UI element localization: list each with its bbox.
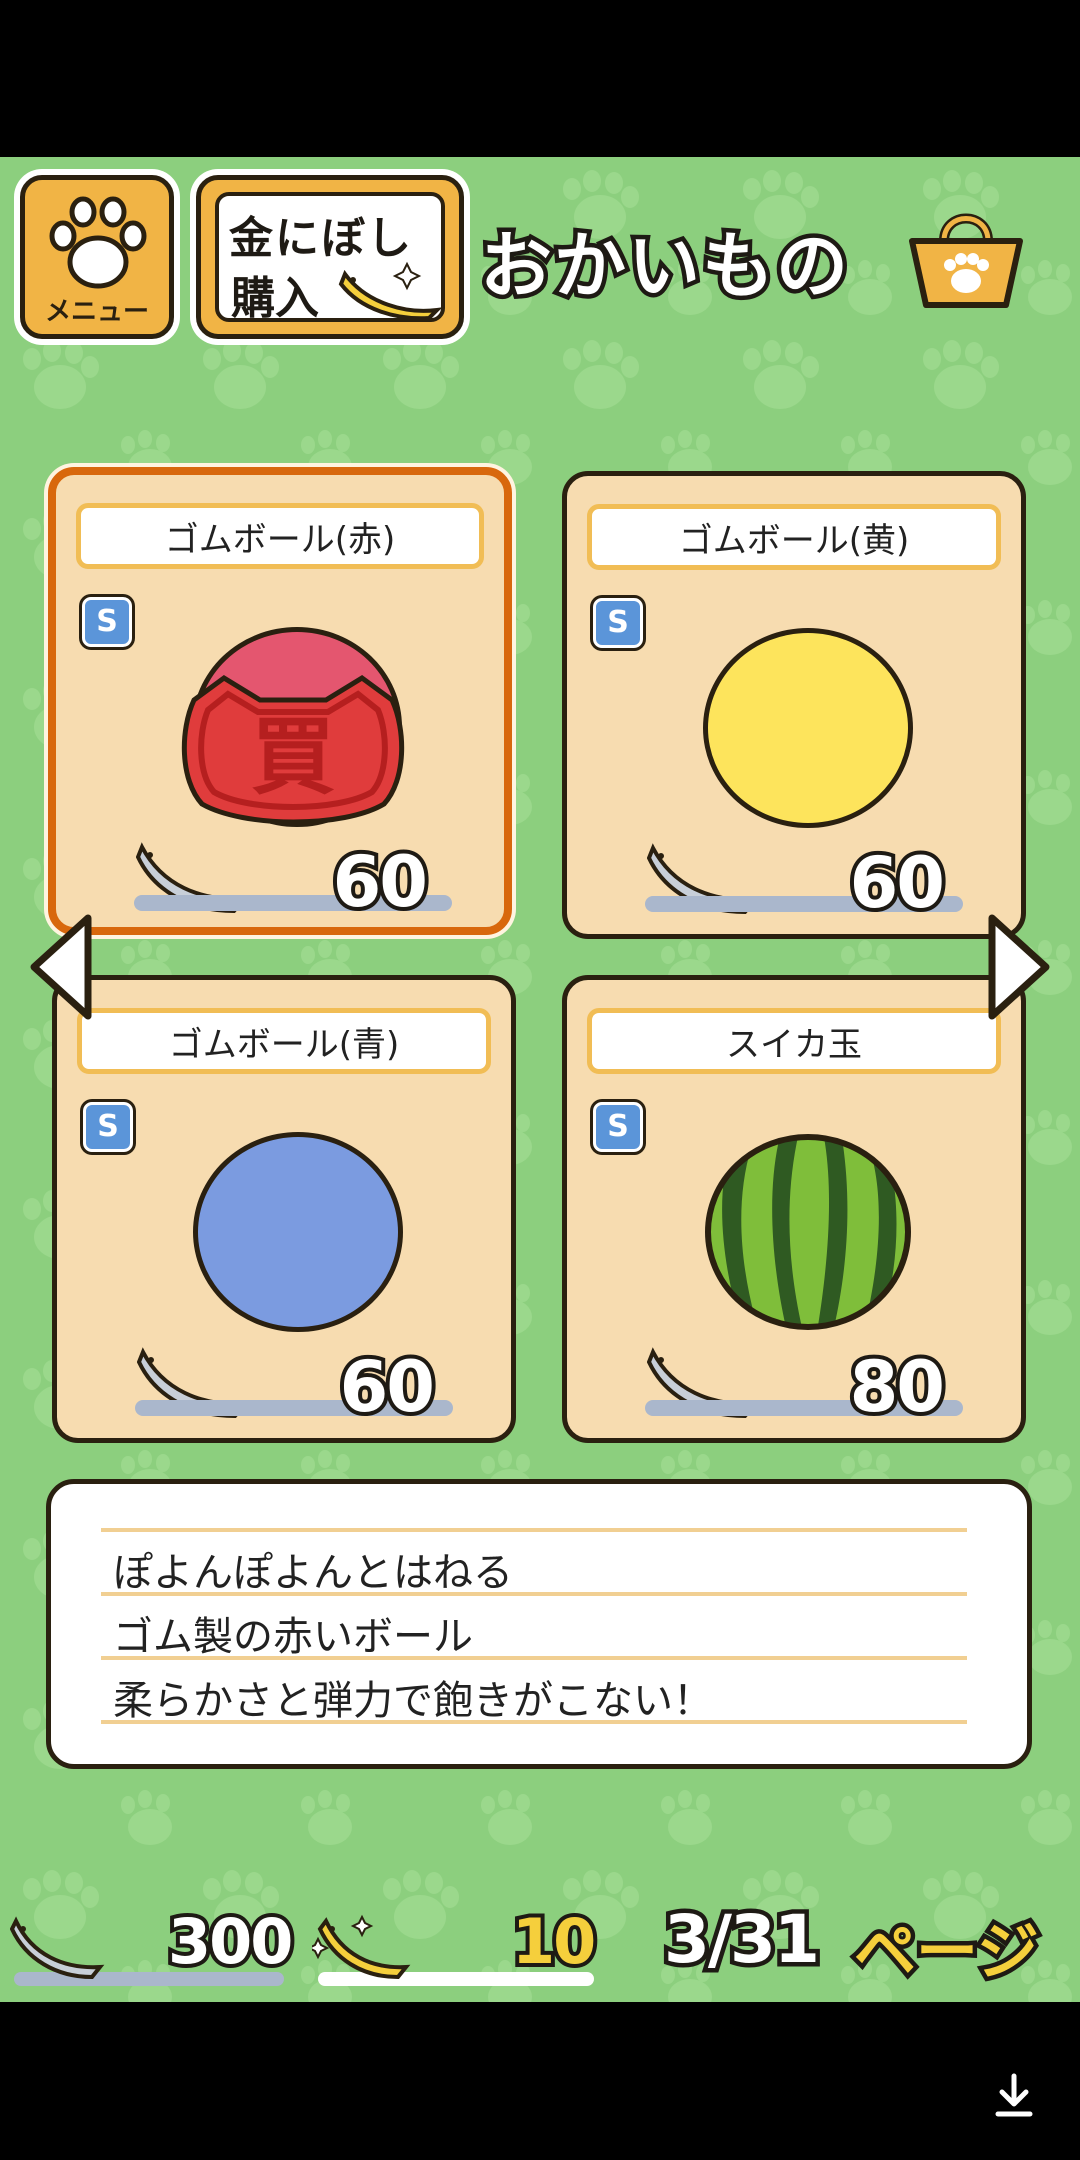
item-card-red-ball[interactable]: ゴムボール(赤) S 買 60 bbox=[48, 467, 512, 935]
page-label: ページ bbox=[850, 1911, 1044, 1993]
buy-button-label-line2: 購入 bbox=[231, 273, 319, 324]
item-price: 60 bbox=[336, 1342, 439, 1432]
item-card-watermelon-ball[interactable]: スイカ玉 S 80 bbox=[562, 975, 1026, 1443]
buy-button-panel: 金にぼし 購入 bbox=[215, 192, 445, 324]
page-indicator: 3/31 bbox=[660, 1897, 825, 1983]
menu-button[interactable]: メニュー bbox=[20, 175, 174, 339]
size-badge: S bbox=[82, 597, 132, 647]
description-rule bbox=[101, 1528, 967, 1532]
yellow-ball-image bbox=[703, 628, 913, 828]
item-name: スイカ玉 bbox=[587, 1008, 1001, 1074]
size-badge: S bbox=[83, 1102, 133, 1152]
shop-screen: メニュー 金にぼし 購入 おかいもの ゴムボール(赤) S 買 60 ゴムボール… bbox=[0, 157, 1080, 2002]
menu-label: メニュー bbox=[44, 297, 149, 327]
item-name: ゴムボール(黄) bbox=[587, 504, 1001, 570]
item-card-blue-ball[interactable]: ゴムボール(青) S 60 bbox=[52, 975, 516, 1443]
status-bar bbox=[0, 0, 1080, 157]
item-price: 60 bbox=[846, 838, 949, 928]
item-name: ゴムボール(赤) bbox=[76, 503, 484, 569]
gold-fish-icon bbox=[338, 261, 443, 321]
next-page-arrow-icon[interactable] bbox=[986, 912, 1052, 1022]
description-line: 柔らかさと弾力で飽きがこない！ bbox=[113, 1678, 713, 1724]
description-line: ゴム製の赤いボール bbox=[113, 1614, 473, 1660]
description-line: ぽよんぽよんとはねる bbox=[113, 1550, 513, 1596]
download-icon[interactable] bbox=[992, 2072, 1036, 2120]
item-price: 80 bbox=[846, 1342, 949, 1432]
blue-ball-image bbox=[193, 1132, 403, 1332]
item-card-yellow-ball[interactable]: ゴムボール(黄) S 60 bbox=[562, 471, 1026, 939]
gold-niboshi-count: 10 bbox=[508, 1901, 600, 1982]
niboshi-fish-icon bbox=[10, 1916, 105, 1980]
size-badge: S bbox=[593, 598, 643, 648]
previous-page-arrow-icon[interactable] bbox=[28, 912, 94, 1022]
item-description-box: ぽよんぽよんとはねる ゴム製の赤いボール 柔らかさと弾力で飽きがこない！ bbox=[46, 1479, 1032, 1769]
stamp-text: 買 bbox=[251, 708, 335, 806]
item-price: 60 bbox=[329, 837, 432, 927]
shopping-basket-icon bbox=[909, 213, 1023, 308]
watermelon-ball-image bbox=[705, 1134, 911, 1330]
buy-gold-niboshi-button[interactable]: 金にぼし 購入 bbox=[196, 175, 464, 339]
size-badge: S bbox=[593, 1102, 643, 1152]
niboshi-count: 300 bbox=[164, 1901, 297, 1982]
page-title: おかいもの bbox=[475, 220, 852, 313]
purchased-stamp-icon: 買 bbox=[181, 674, 405, 825]
navigation-bar bbox=[0, 2002, 1080, 2160]
gold-niboshi-icon bbox=[312, 1914, 411, 1980]
item-name: ゴムボール(青) bbox=[77, 1008, 491, 1074]
paw-icon bbox=[49, 196, 147, 289]
